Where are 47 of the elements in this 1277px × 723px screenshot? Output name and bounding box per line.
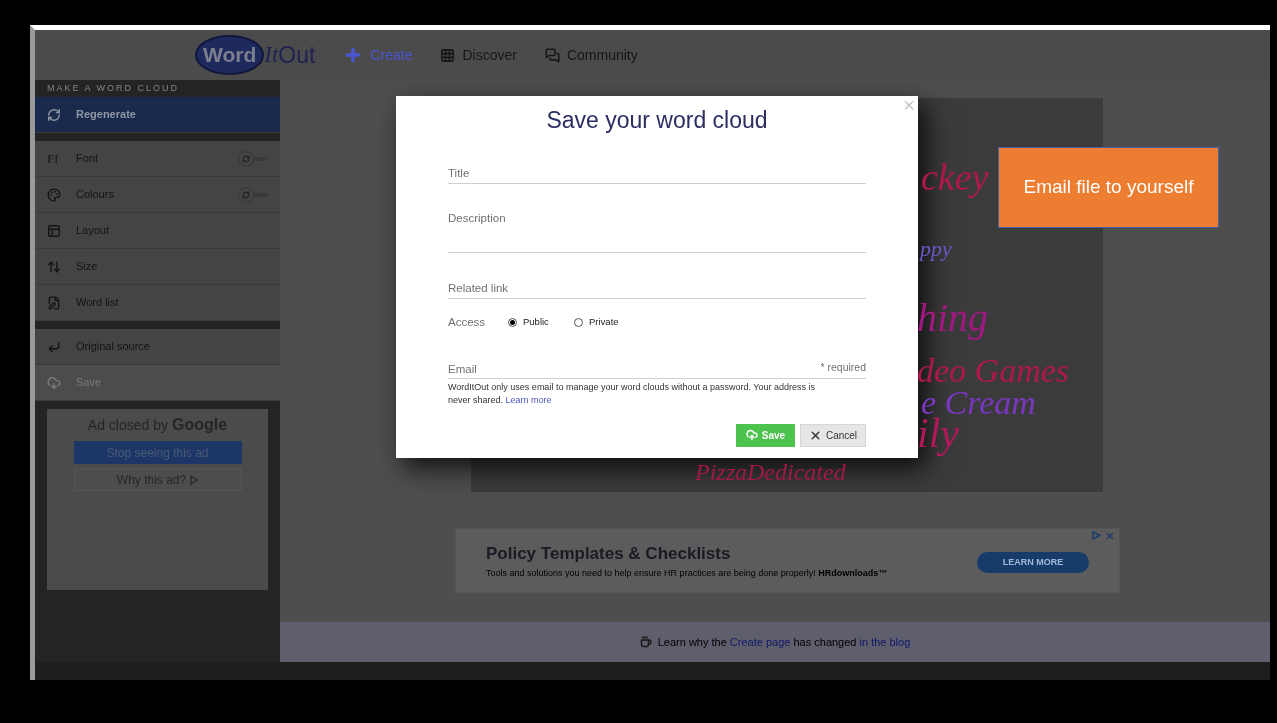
footer-link[interactable]: in the blog <box>859 635 911 648</box>
sidebar-item[interactable]: Regenerate <box>35 97 280 133</box>
coffee-icon <box>639 636 652 648</box>
cancel-button[interactable]: Cancel <box>800 423 866 447</box>
toggle-switch[interactable] <box>238 186 268 203</box>
adchoices-icon[interactable] <box>1092 531 1101 540</box>
dialog-title: Save your word cloud <box>545 106 769 135</box>
palette-icon <box>47 187 61 202</box>
layout-icon <box>47 223 61 238</box>
toggle-switch[interactable] <box>238 150 268 167</box>
ad-description: Tools and solutions you need to help ensure HR practices are being done properly! HRdownloads™ <box>486 566 889 580</box>
cloud-word: deo Games <box>917 354 1070 388</box>
required-note: * required <box>820 360 866 375</box>
nav-link[interactable]: Create <box>343 44 413 66</box>
footer-note: Learn why the Create page has changed in the blog <box>657 634 911 650</box>
size-icon <box>47 259 61 274</box>
callout: Email file to yourself <box>998 147 1219 228</box>
play-icon <box>190 474 199 485</box>
email-note: WordItOut only uses email to manage your word clouds without a password. Your address is never shared. Learn more <box>448 380 817 407</box>
email-field[interactable]: Email <box>448 360 821 378</box>
edit-list-icon <box>47 295 61 310</box>
close-icon[interactable] <box>1105 531 1115 541</box>
sidebar-heading: MAKE A WORD CLOUD <box>46 81 180 95</box>
learn-more-button[interactable]: LEARN MORE <box>977 552 1089 573</box>
save-button[interactable]: Save <box>736 423 795 447</box>
text-field[interactable]: Title <box>448 163 866 184</box>
refresh-icon <box>242 190 250 199</box>
cloud-word: PizzaDedicated <box>695 460 846 484</box>
learn-more-link[interactable]: Learn more <box>505 394 552 405</box>
cloud-upload-icon <box>745 429 758 442</box>
cloud-word: hing <box>917 298 989 338</box>
ad-title: Policy Templates & Checklists <box>486 543 732 565</box>
cloud-word: ckey <box>921 158 989 196</box>
footer-link[interactable]: Create page <box>729 635 794 648</box>
access-label: Access <box>448 314 487 330</box>
chat-icon <box>544 47 560 63</box>
grid-icon <box>440 47 456 63</box>
refresh-icon <box>242 154 250 163</box>
text-field[interactable]: Description <box>448 207 866 253</box>
cloud-download-icon <box>47 375 61 390</box>
cloud-word: ppy <box>920 238 952 260</box>
radio-option[interactable]: Public <box>508 315 574 330</box>
refresh-icon <box>47 107 61 122</box>
radio-option[interactable]: Private <box>574 315 640 330</box>
return-arrow-icon <box>47 339 61 354</box>
text-field[interactable]: Related link <box>448 278 866 299</box>
close-button[interactable]: × <box>903 95 915 115</box>
